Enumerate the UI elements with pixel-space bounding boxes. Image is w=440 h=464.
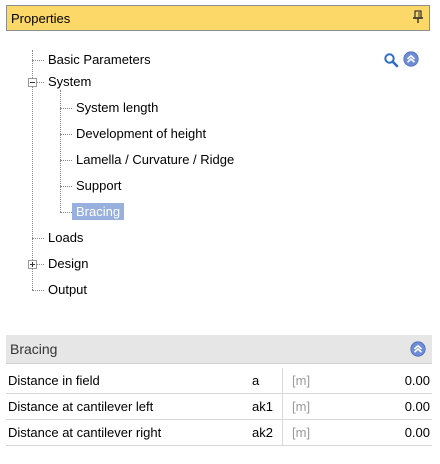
- properties-title: Properties: [11, 11, 71, 26]
- tree-item-basic-parameters[interactable]: Basic Parameters: [48, 50, 151, 70]
- collapse-up-icon[interactable]: [403, 51, 419, 67]
- property-label: Distance in field: [8, 373, 100, 388]
- tree-line: [32, 238, 44, 239]
- bracing-section-header[interactable]: Bracing: [6, 335, 432, 364]
- property-value-field[interactable]: 0.00: [405, 373, 430, 388]
- tree-line: [60, 160, 72, 161]
- property-label: Distance at cantilever left: [8, 399, 154, 414]
- pin-icon[interactable]: [413, 10, 423, 24]
- property-unit: [m]: [292, 373, 311, 388]
- section-title: Bracing: [10, 341, 58, 357]
- tree-item-lamella[interactable]: Lamella / Curvature / Ridge: [76, 150, 234, 170]
- search-icon[interactable]: [383, 52, 399, 68]
- property-symbol: a: [252, 373, 260, 388]
- property-row: Distance at cantilever left ak1 [m] 0.00: [6, 394, 432, 420]
- property-symbol: ak2: [252, 425, 273, 440]
- property-row: Distance in field a [m] 0.00: [6, 368, 432, 394]
- tree-item-support[interactable]: Support: [76, 176, 122, 196]
- tree-item-system-length[interactable]: System length: [76, 98, 158, 118]
- tree-line: [32, 60, 44, 61]
- tree-item-design[interactable]: Design: [48, 254, 88, 274]
- property-unit: [m]: [292, 425, 311, 440]
- property-value-field[interactable]: 0.00: [405, 425, 430, 440]
- tree-item-system[interactable]: System: [48, 72, 91, 92]
- tree-line: [36, 82, 44, 83]
- tree-item-development-of-height[interactable]: Development of height: [76, 124, 206, 144]
- tree-line: [32, 290, 44, 291]
- tree-line: [60, 186, 72, 187]
- tree-item-output[interactable]: Output: [48, 280, 87, 300]
- collapse-up-icon[interactable]: [410, 341, 426, 357]
- properties-header: Properties: [6, 5, 430, 31]
- property-label: Distance at cantilever right: [8, 425, 162, 440]
- tree-item-loads[interactable]: Loads: [48, 228, 83, 248]
- property-unit: [m]: [292, 399, 311, 414]
- property-value-field[interactable]: 0.00: [405, 399, 430, 414]
- property-row: Distance at cantilever right ak2 [m] 0.0…: [6, 420, 432, 446]
- collapse-toggle[interactable]: [28, 78, 37, 87]
- tree-line: [60, 212, 72, 213]
- tree-line: [36, 264, 44, 265]
- property-symbol: ak1: [252, 399, 273, 414]
- tree-item-bracing[interactable]: Bracing: [72, 202, 125, 222]
- tree-line: [60, 108, 72, 109]
- tree-line: [60, 134, 72, 135]
- expand-toggle[interactable]: [28, 260, 37, 269]
